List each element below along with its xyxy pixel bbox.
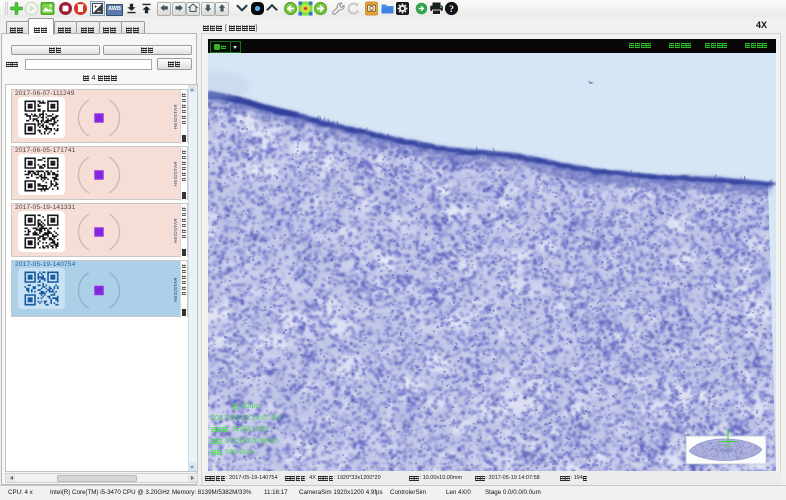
- svg-text:?: ?: [449, 5, 454, 15]
